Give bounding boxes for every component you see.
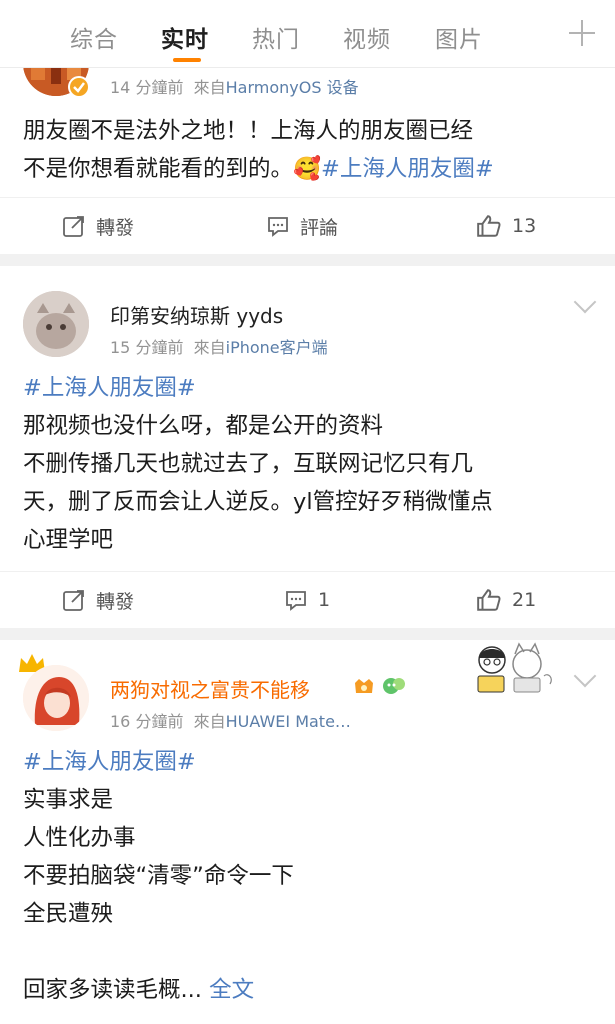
post-meta: 16 分鐘前 來自HUAWEI Mate… <box>110 708 351 732</box>
repost-button[interactable]: 轉發 <box>62 198 134 254</box>
repost-icon <box>63 590 84 611</box>
post-card: 印第安纳琼斯 yyds 15 分鐘前 來自iPhone客户端 #上海人朋友圈# … <box>0 266 615 628</box>
comment-button[interactable]: 評論 <box>266 198 338 254</box>
chevron-down-icon[interactable] <box>573 664 597 688</box>
post-text-line: 实事求是 <box>23 787 114 813</box>
like-button[interactable]: 21 <box>476 572 536 628</box>
tab-realtime[interactable]: 实时 <box>161 20 209 54</box>
post-text-line: 那视频也没什么呀，都是公开的资料 <box>23 413 384 439</box>
hashtag-link[interactable]: #上海人朋友圈# <box>321 156 494 182</box>
vip-badge-icon <box>352 675 376 697</box>
post-time: 16 分鐘前 <box>110 712 184 731</box>
comment-icon <box>268 217 288 237</box>
post-text: #上海人朋友圈# 实事求是 人性化办事 不要拍脑袋“清零”命令一下 全民遭殃 回… <box>23 743 593 1009</box>
like-button[interactable]: 13 <box>476 198 536 254</box>
repost-label: 轉發 <box>96 216 135 239</box>
post-text-line: 不删传播几天也就过去了，互联网记忆只有几 <box>23 451 474 477</box>
verified-badge-icon <box>68 76 90 98</box>
post-card: 两狗对视之富贵不能移 16 分鐘前 來自HUAWEI Mate… #上海人朋友圈… <box>0 640 615 1024</box>
tab-hot[interactable]: 热门 <box>252 20 300 54</box>
chevron-down-icon[interactable] <box>573 290 597 314</box>
repost-icon <box>63 216 84 237</box>
comment-button[interactable]: 1 <box>284 572 330 628</box>
like-count: 13 <box>512 215 537 237</box>
hashtag-link[interactable]: #上海人朋友圈# <box>23 743 593 781</box>
post-text: 朋友圈不是法外之地！！上海人的朋友圈已经 不是你想看就能看的到的。🥰#上海人朋友… <box>23 112 593 188</box>
username[interactable]: 两狗对视之富贵不能移 <box>110 674 310 703</box>
full-text-link[interactable]: 全文 <box>209 977 254 1003</box>
post-time: 15 分鐘前 <box>110 338 184 357</box>
decorative-sticker-icon <box>472 640 562 696</box>
post-text-line: 心理学吧 <box>23 527 114 553</box>
post-actions: 轉發 1 21 <box>0 571 615 627</box>
post-text-line: 全民遭殃 <box>23 901 114 927</box>
tab-video[interactable]: 视频 <box>343 20 391 54</box>
source-prefix: 來自 <box>193 712 226 731</box>
post-separator <box>0 628 615 640</box>
like-count: 21 <box>512 589 537 611</box>
thumbs-up-icon <box>477 215 501 237</box>
fan-badge-icon <box>381 675 407 697</box>
post-text-line: 不要拍脑袋“清零”命令一下 <box>23 863 294 889</box>
post-meta: 15 分鐘前 來自iPhone客户端 <box>110 334 328 358</box>
post-text-line: 人性化办事 <box>23 825 136 851</box>
post-text-line: 回家多读读毛概... <box>23 977 202 1003</box>
post-time: 14 分鐘前 <box>110 78 184 97</box>
comment-count: 1 <box>318 589 331 611</box>
username[interactable]: 印第安纳琼斯 yyds <box>110 300 283 329</box>
thumbs-up-icon <box>477 589 501 611</box>
tab-images[interactable]: 图片 <box>435 20 483 54</box>
add-tab-plus-icon[interactable] <box>569 20 595 46</box>
post-source[interactable]: HarmonyOS 设备 <box>226 78 359 97</box>
avatar[interactable] <box>23 291 89 357</box>
post-actions: 轉發 評論 13 <box>0 197 615 253</box>
emoji: 🥰 <box>293 156 322 182</box>
post-text: #上海人朋友圈# 那视频也没什么呀，都是公开的资料 不删传播几天也就过去了，互联… <box>23 369 593 559</box>
post-text-line: 不是你想看就能看的到的。 <box>23 156 294 182</box>
post-separator <box>0 254 615 266</box>
post-meta: 14 分鐘前 來自HarmonyOS 设备 <box>110 74 359 98</box>
hashtag-link[interactable]: #上海人朋友圈# <box>23 369 593 407</box>
source-prefix: 來自 <box>193 338 226 357</box>
tab-comprehensive[interactable]: 综合 <box>70 20 118 54</box>
repost-button[interactable]: 轉發 <box>62 572 134 628</box>
post-source[interactable]: iPhone客户端 <box>226 338 328 357</box>
post-text-line: 朋友圈不是法外之地！！上海人的朋友圈已经 <box>23 118 474 144</box>
post-text-line: 天，删了反而会让人逆反。yl管控好歹稍微懂点 <box>23 489 493 515</box>
top-tab-bar: 综合 实时 热门 视频 图片 <box>0 0 615 68</box>
post-source[interactable]: HUAWEI Mate… <box>226 712 351 731</box>
comment-label: 評論 <box>300 216 339 239</box>
repost-label: 轉發 <box>96 590 135 613</box>
comment-icon <box>286 591 306 611</box>
avatar[interactable] <box>23 665 89 731</box>
active-tab-indicator <box>173 58 201 62</box>
source-prefix: 來自 <box>193 78 226 97</box>
